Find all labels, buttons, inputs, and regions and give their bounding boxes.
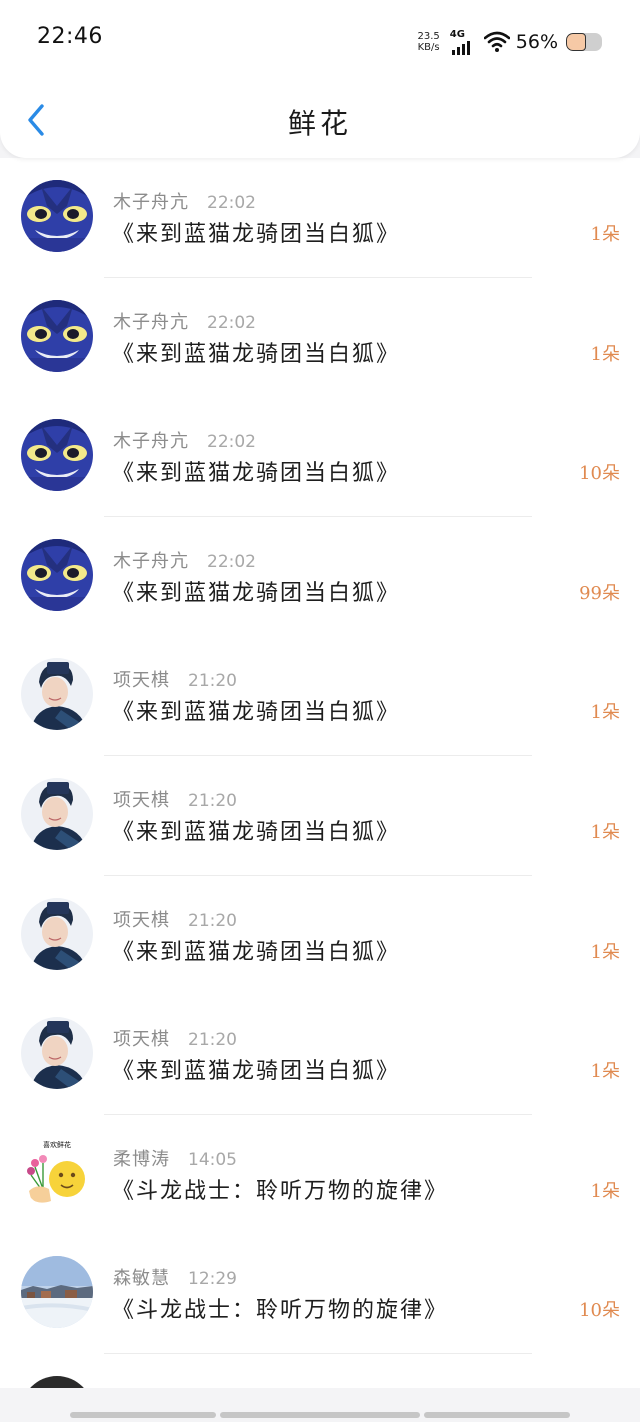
avatar[interactable] bbox=[21, 538, 93, 611]
avatar[interactable] bbox=[21, 419, 93, 492]
book-title: 《来到蓝猫龙骑团当白狐》 bbox=[112, 820, 401, 845]
list-item-partial[interactable] bbox=[0, 1354, 640, 1388]
item-meta: 柔博涛 14:05 bbox=[113, 1145, 237, 1171]
user-name: 木子舟亢 bbox=[113, 431, 189, 453]
item-meta: 项天棋 21:20 bbox=[113, 1025, 237, 1051]
timestamp: 14:05 bbox=[188, 1149, 237, 1170]
book-title: 《来到蓝猫龙骑团当白狐》 bbox=[112, 939, 401, 965]
book-title: 《来到蓝猫龙骑团当白狐》 bbox=[112, 1059, 401, 1085]
page-title: 鲜花 bbox=[287, 107, 352, 140]
flower-count: 1朵 bbox=[590, 941, 620, 963]
book-title: 《来到蓝猫龙骑团当白狐》 bbox=[112, 222, 401, 247]
wifi-icon bbox=[483, 31, 510, 52]
timestamp: 12:29 bbox=[188, 1269, 237, 1290]
item-meta: 项天棋 21:20 bbox=[113, 906, 237, 932]
list-item[interactable]: 森敏慧 12:29 《斗龙战士：聆听万物的旋律》 10朵 bbox=[0, 1234, 640, 1355]
list-item[interactable]: 木子舟亢 22:02 《来到蓝猫龙骑团当白狐》 1朵 bbox=[0, 277, 640, 398]
flower-count: 10朵 bbox=[579, 463, 620, 485]
list-item[interactable]: 木子舟亢 22:02 《来到蓝猫龙骑团当白狐》 10朵 bbox=[0, 397, 640, 518]
item-meta: 木子舟亢 22:02 bbox=[113, 188, 256, 214]
flower-count: 1朵 bbox=[590, 224, 620, 245]
item-meta: 木子舟亢 22:02 bbox=[113, 427, 256, 453]
book-title: 《来到蓝猫龙骑团当白狐》 bbox=[112, 341, 401, 367]
network-speed-unit: KB/s bbox=[417, 42, 440, 53]
user-name: 柔博涛 bbox=[113, 1148, 170, 1170]
book-title: 《斗龙战士：聆听万物的旋律》 bbox=[112, 1298, 449, 1324]
item-meta: 项天棋 21:20 bbox=[113, 666, 237, 692]
flower-count: 1朵 bbox=[590, 702, 620, 724]
avatar[interactable]: 喜欢鲜花 bbox=[21, 1136, 93, 1209]
avatar[interactable] bbox=[21, 778, 93, 850]
gesture-bar-segment bbox=[424, 1412, 570, 1418]
user-name: 森敏慧 bbox=[113, 1268, 170, 1290]
item-meta: 项天棋 21:20 bbox=[113, 786, 237, 812]
user-name: 木子舟亢 bbox=[113, 550, 189, 572]
navigation-bar: 鲜花 bbox=[0, 84, 640, 158]
user-name: 木子舟亢 bbox=[113, 192, 189, 213]
avatar[interactable] bbox=[21, 1256, 93, 1329]
avatar[interactable] bbox=[21, 658, 93, 731]
list-item[interactable]: 项天棋 21:20 《来到蓝猫龙骑团当白狐》 1朵 bbox=[0, 995, 640, 1116]
gesture-bar-segment bbox=[220, 1412, 420, 1418]
item-meta: 木子舟亢 22:02 bbox=[113, 308, 256, 334]
gesture-bar-segment bbox=[70, 1412, 216, 1418]
timestamp: 22:02 bbox=[207, 551, 256, 572]
network-speed: 23.5 KB/s bbox=[418, 31, 440, 53]
timestamp: 21:20 bbox=[188, 671, 237, 692]
gesture-area bbox=[0, 1388, 640, 1422]
flower-count: 99朵 bbox=[579, 582, 620, 604]
timestamp: 22:02 bbox=[207, 312, 256, 333]
network-type: 4G bbox=[449, 29, 465, 40]
cellular-signal-icon: 4G bbox=[450, 29, 476, 55]
timestamp: 21:20 bbox=[188, 910, 237, 931]
status-time: 22:46 bbox=[37, 24, 103, 49]
header: 22:46 23.5 KB/s 4G 56% 鲜花 bbox=[0, 0, 640, 158]
flower-count: 1朵 bbox=[590, 1061, 620, 1083]
user-name: 木子舟亢 bbox=[113, 311, 189, 333]
avatar[interactable] bbox=[21, 180, 93, 252]
list-item[interactable]: 喜欢鲜花柔博涛 14:05 《斗龙战士：聆听万物的旋律》 1朵 bbox=[0, 1114, 640, 1235]
list-item[interactable]: 木子舟亢 22:02 《来到蓝猫龙骑团当白狐》 1朵 bbox=[0, 158, 640, 278]
status-bar: 22:46 23.5 KB/s 4G 56% bbox=[0, 0, 640, 84]
status-indicators: 23.5 KB/s 4G 56% bbox=[418, 24, 602, 60]
user-name: 项天棋 bbox=[113, 790, 170, 811]
timestamp: 21:20 bbox=[188, 791, 237, 811]
book-title: 《来到蓝猫龙骑团当白狐》 bbox=[112, 700, 401, 726]
list-item[interactable]: 项天棋 21:20 《来到蓝猫龙骑团当白狐》 1朵 bbox=[0, 756, 640, 876]
flower-count: 1朵 bbox=[590, 343, 620, 365]
flower-count: 1朵 bbox=[590, 1180, 620, 1202]
battery-percentage: 56% bbox=[515, 31, 558, 53]
list-item[interactable]: 木子舟亢 22:02 《来到蓝猫龙骑团当白狐》 99朵 bbox=[0, 516, 640, 637]
svg-text:喜欢鲜花: 喜欢鲜花 bbox=[43, 1140, 71, 1149]
flower-count: 10朵 bbox=[579, 1300, 620, 1322]
app-root: 22:46 23.5 KB/s 4G 56% 鲜花 木子舟亢 22:02 《来到… bbox=[0, 0, 640, 1422]
book-title: 《来到蓝猫龙骑团当白狐》 bbox=[112, 461, 401, 487]
list-item[interactable]: 项天棋 21:20 《来到蓝猫龙骑团当白狐》 1朵 bbox=[0, 636, 640, 757]
user-name: 项天棋 bbox=[113, 1029, 170, 1051]
battery-icon bbox=[566, 33, 602, 51]
avatar[interactable] bbox=[21, 1017, 93, 1090]
avatar[interactable] bbox=[21, 1376, 93, 1388]
item-meta: 森敏慧 12:29 bbox=[113, 1264, 237, 1290]
timestamp: 22:02 bbox=[207, 193, 256, 213]
book-title: 《来到蓝猫龙骑团当白狐》 bbox=[112, 580, 401, 606]
network-speed-value: 23.5 bbox=[417, 31, 440, 42]
timestamp: 22:02 bbox=[207, 432, 256, 453]
user-name: 项天棋 bbox=[113, 670, 170, 692]
flower-count: 1朵 bbox=[590, 822, 620, 843]
avatar[interactable] bbox=[21, 299, 93, 372]
item-meta: 木子舟亢 22:02 bbox=[113, 547, 256, 573]
user-name: 项天棋 bbox=[113, 909, 170, 931]
avatar[interactable] bbox=[21, 897, 93, 970]
flower-list: 木子舟亢 22:02 《来到蓝猫龙骑团当白狐》 1朵 木子舟亢 22:02 《来到蓝猫龙骑团… bbox=[0, 158, 640, 1388]
timestamp: 21:20 bbox=[188, 1030, 237, 1051]
list-item[interactable]: 项天棋 21:20 《来到蓝猫龙骑团当白狐》 1朵 bbox=[0, 875, 640, 996]
book-title: 《斗龙战士：聆听万物的旋律》 bbox=[112, 1178, 449, 1204]
